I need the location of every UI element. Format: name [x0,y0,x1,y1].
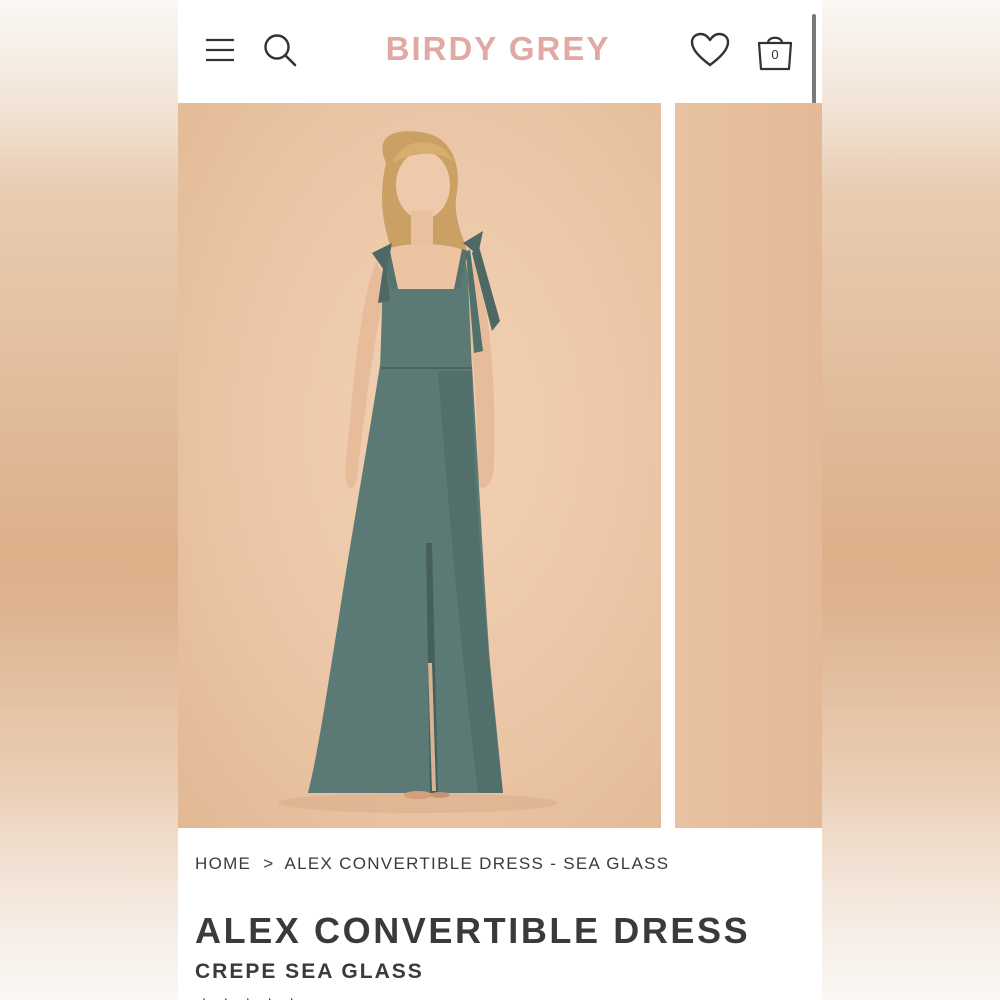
product-title: ALEX CONVERTIBLE DRESS [195,910,751,951]
product-image-main[interactable] [178,103,661,828]
menu-icon [206,38,234,62]
heart-icon [690,32,730,67]
cart-count: 0 [771,47,779,62]
product-image-gallery[interactable] [178,103,822,828]
product-image-next[interactable] [675,103,822,828]
site-header: BIRDY GREY 0 [178,0,822,166]
product-subtitle: CREPE SEA GLASS [195,960,424,983]
menu-button[interactable] [204,34,236,66]
breadcrumb: HOME > ALEX CONVERTIBLE DRESS - SEA GLASS [195,854,669,874]
brand-logo[interactable]: BIRDY GREY [378,30,618,68]
rating-stars[interactable]: ★★★★★ [195,993,305,1000]
breadcrumb-separator: > [263,854,275,873]
wishlist-button[interactable] [690,32,730,68]
breadcrumb-home-link[interactable]: HOME [195,854,251,874]
mobile-page: BIRDY GREY 0 HOME > ALEX CONVERTIBLE DRE… [178,0,822,1000]
cart-button[interactable]: 0 [754,30,796,72]
breadcrumb-current: ALEX CONVERTIBLE DRESS - SEA GLASS [284,854,670,873]
search-button[interactable] [262,32,298,68]
model-photo [278,131,558,813]
search-icon [264,34,297,67]
